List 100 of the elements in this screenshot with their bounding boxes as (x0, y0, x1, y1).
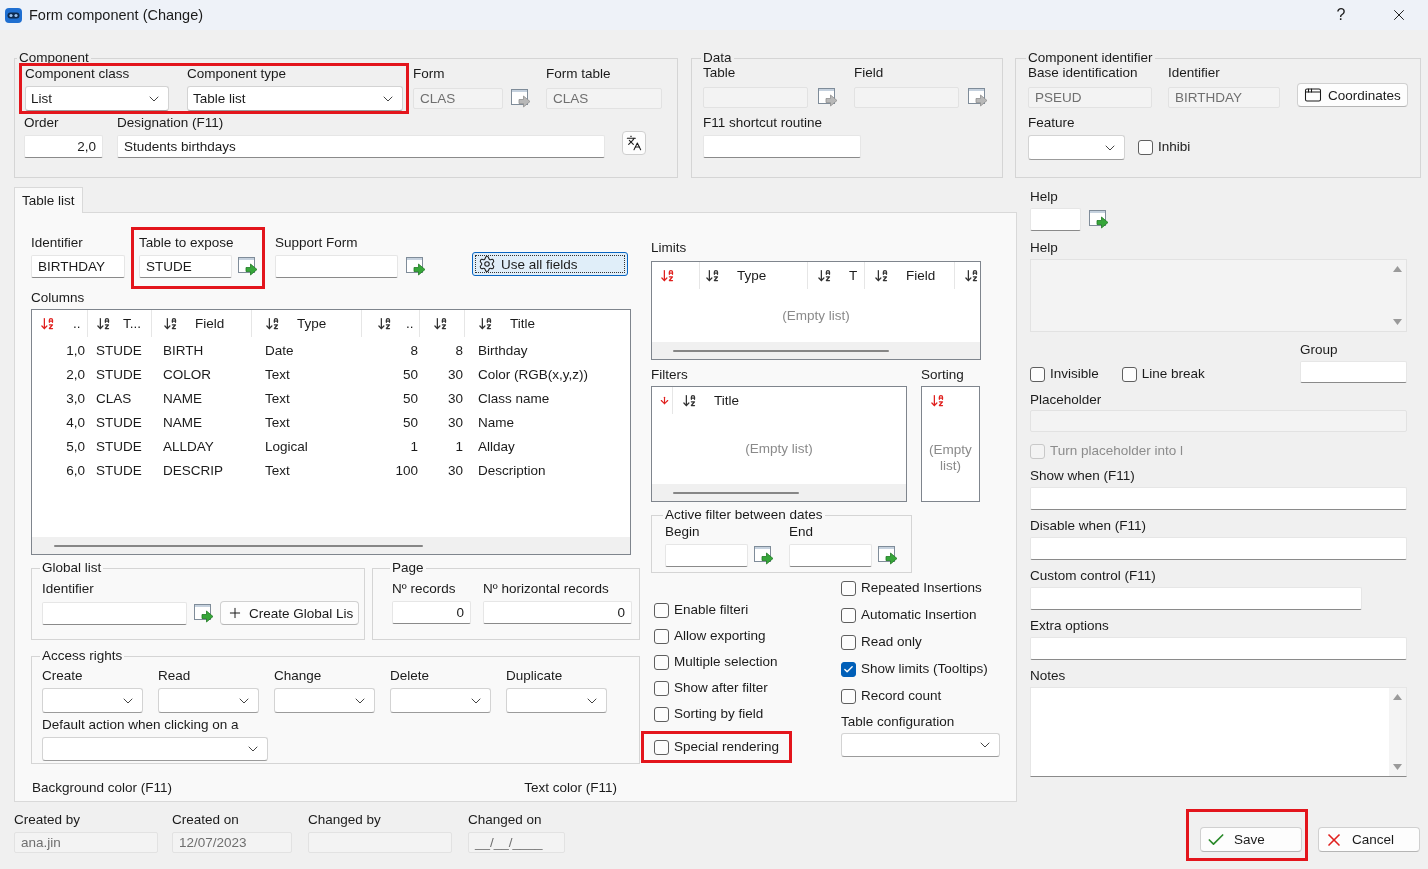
coordinates-button[interactable]: Coordinates (1297, 83, 1408, 107)
text-field[interactable] (1300, 361, 1407, 383)
text-field[interactable] (1030, 537, 1407, 560)
lookup-button[interactable] (877, 545, 898, 566)
column-header[interactable]: Type (252, 310, 362, 337)
column-header[interactable]: Field (865, 262, 955, 289)
lookup-icon (237, 257, 258, 276)
checkbox[interactable] (654, 602, 669, 618)
text-field[interactable] (42, 601, 187, 625)
checkbox[interactable] (654, 706, 669, 722)
checkbox-label: Multiple selection (674, 654, 778, 670)
text-field[interactable] (1030, 208, 1081, 231)
table-cell-text: 50 (401, 414, 419, 430)
checkbox[interactable] (841, 634, 856, 650)
checkbox[interactable] (1121, 366, 1137, 382)
dropdown[interactable] (841, 733, 1000, 757)
checkbox[interactable] (654, 654, 669, 670)
text-field[interactable] (1030, 487, 1407, 510)
column-header[interactable]: Field (152, 310, 252, 337)
text-field[interactable] (1030, 587, 1362, 610)
text-field[interactable] (665, 544, 748, 567)
lookup-icon (510, 89, 531, 108)
table-cell-text: STUDE (95, 414, 143, 430)
dropdown[interactable] (390, 688, 491, 713)
field-label: Base identification (1028, 65, 1139, 81)
lookup-button[interactable] (510, 88, 531, 109)
column-header[interactable]: .. (362, 310, 420, 337)
scroll-down-icon (1393, 319, 1402, 325)
text-field[interactable]: 0 (483, 601, 632, 624)
table-cell-text: Text (264, 414, 291, 430)
vertical-scrollbar[interactable] (1389, 688, 1406, 776)
checkbox[interactable] (654, 680, 669, 696)
lookup-button[interactable] (1088, 209, 1109, 230)
checkbox[interactable] (841, 661, 856, 677)
column-header[interactable]: Type (700, 262, 808, 289)
dropdown[interactable] (42, 688, 143, 713)
checkbox[interactable] (841, 607, 856, 623)
text-field[interactable] (275, 255, 398, 278)
field-label: Read (158, 668, 192, 684)
text-field[interactable]: STUDE (139, 255, 232, 278)
checkbox[interactable] (654, 628, 669, 644)
group-title: Page (391, 560, 425, 576)
lookup-icon (817, 88, 838, 107)
use-all-fields-button[interactable]: Use all fields (472, 252, 628, 276)
dropdown[interactable] (158, 688, 259, 713)
lookup-icon (1088, 210, 1109, 229)
text-field[interactable] (703, 135, 861, 158)
table-cell-text: STUDE (95, 438, 143, 454)
column-header[interactable]: Title (673, 387, 906, 414)
help-button[interactable]: ? (1312, 0, 1370, 30)
horizontal-scrollbar[interactable] (652, 484, 906, 501)
column-header[interactable]: T... (88, 310, 152, 337)
field-label: Table (703, 65, 737, 81)
dropdown[interactable]: Table list (187, 86, 403, 111)
translate-button[interactable] (622, 131, 646, 155)
lookup-button[interactable] (405, 256, 426, 277)
table-cell-text: NAME (162, 390, 203, 406)
checkbox[interactable] (841, 580, 856, 596)
dropdown[interactable] (42, 737, 268, 761)
checkbox[interactable] (1138, 139, 1153, 155)
horizontal-scrollbar[interactable] (32, 537, 630, 554)
table-cell-text: 8 (409, 342, 419, 358)
lookup-button[interactable] (753, 545, 774, 566)
lookup-button[interactable] (817, 87, 838, 108)
text-field[interactable] (1030, 637, 1407, 660)
table-cell-text: COLOR (162, 366, 212, 382)
lookup-button[interactable] (193, 602, 214, 624)
field-label: Help (1030, 240, 1059, 256)
horizontal-scrollbar[interactable] (652, 342, 980, 359)
field-label: Show when (F11) (1030, 468, 1136, 484)
lookup-button[interactable] (967, 87, 988, 108)
dropdown[interactable] (274, 688, 375, 713)
field-label: Delete (390, 668, 431, 684)
table-cell-text: Date (264, 342, 295, 358)
tab[interactable]: Table list (14, 187, 83, 213)
field-label: Created on (172, 812, 240, 828)
table-cell-text: 30 (446, 414, 464, 430)
text-field[interactable]: 2,0 (24, 135, 103, 158)
text-field[interactable]: Students birthdays (117, 135, 605, 158)
dropdown[interactable] (1028, 135, 1125, 160)
dropdown[interactable] (506, 688, 607, 713)
checkbox[interactable] (841, 688, 856, 704)
column-header[interactable]: Title (465, 310, 630, 337)
text-field[interactable]: 0 (392, 601, 471, 624)
field-label: End (789, 524, 815, 540)
column-header[interactable]: T (808, 262, 865, 289)
column-header[interactable]: .. (32, 310, 88, 337)
create-global-list-button[interactable]: Create Global Lis (220, 601, 360, 625)
save-button[interactable]: Save (1200, 827, 1302, 852)
checkbox[interactable] (1030, 366, 1045, 382)
dropdown[interactable]: List (25, 86, 169, 111)
table-cell-text: 4,0 (65, 414, 86, 430)
text-field[interactable] (789, 544, 872, 567)
field-label: Group (1300, 342, 1339, 358)
cancel-button[interactable]: Cancel (1318, 827, 1420, 852)
lookup-button[interactable] (237, 256, 258, 277)
checkbox[interactable] (654, 739, 669, 755)
text-field[interactable]: BIRTHDAY (31, 255, 125, 278)
gear-icon (478, 255, 496, 273)
field-label: Identifier (1168, 65, 1221, 81)
